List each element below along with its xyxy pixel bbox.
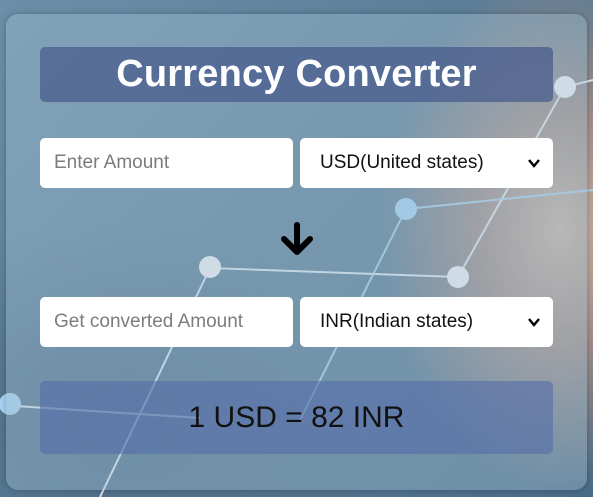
amount-input[interactable] xyxy=(40,138,293,188)
page-title: Currency Converter xyxy=(116,53,477,95)
from-currency-select[interactable]: USD(United states) xyxy=(300,138,553,188)
converted-field[interactable] xyxy=(40,297,293,347)
rate-display: 1 USD = 82 INR xyxy=(40,381,553,454)
rate-text: 1 USD = 82 INR xyxy=(188,400,405,434)
arrow-down-icon[interactable] xyxy=(279,222,315,258)
chevron-down-icon xyxy=(528,159,540,168)
converted-amount-input[interactable] xyxy=(40,297,293,347)
from-currency-value: USD(United states) xyxy=(320,152,484,173)
to-currency-select[interactable]: INR(Indian states) xyxy=(300,297,553,347)
to-currency-value: INR(Indian states) xyxy=(320,311,474,332)
title-bar: Currency Converter xyxy=(40,47,553,102)
chevron-down-icon xyxy=(528,318,540,327)
amount-field[interactable] xyxy=(40,138,293,188)
